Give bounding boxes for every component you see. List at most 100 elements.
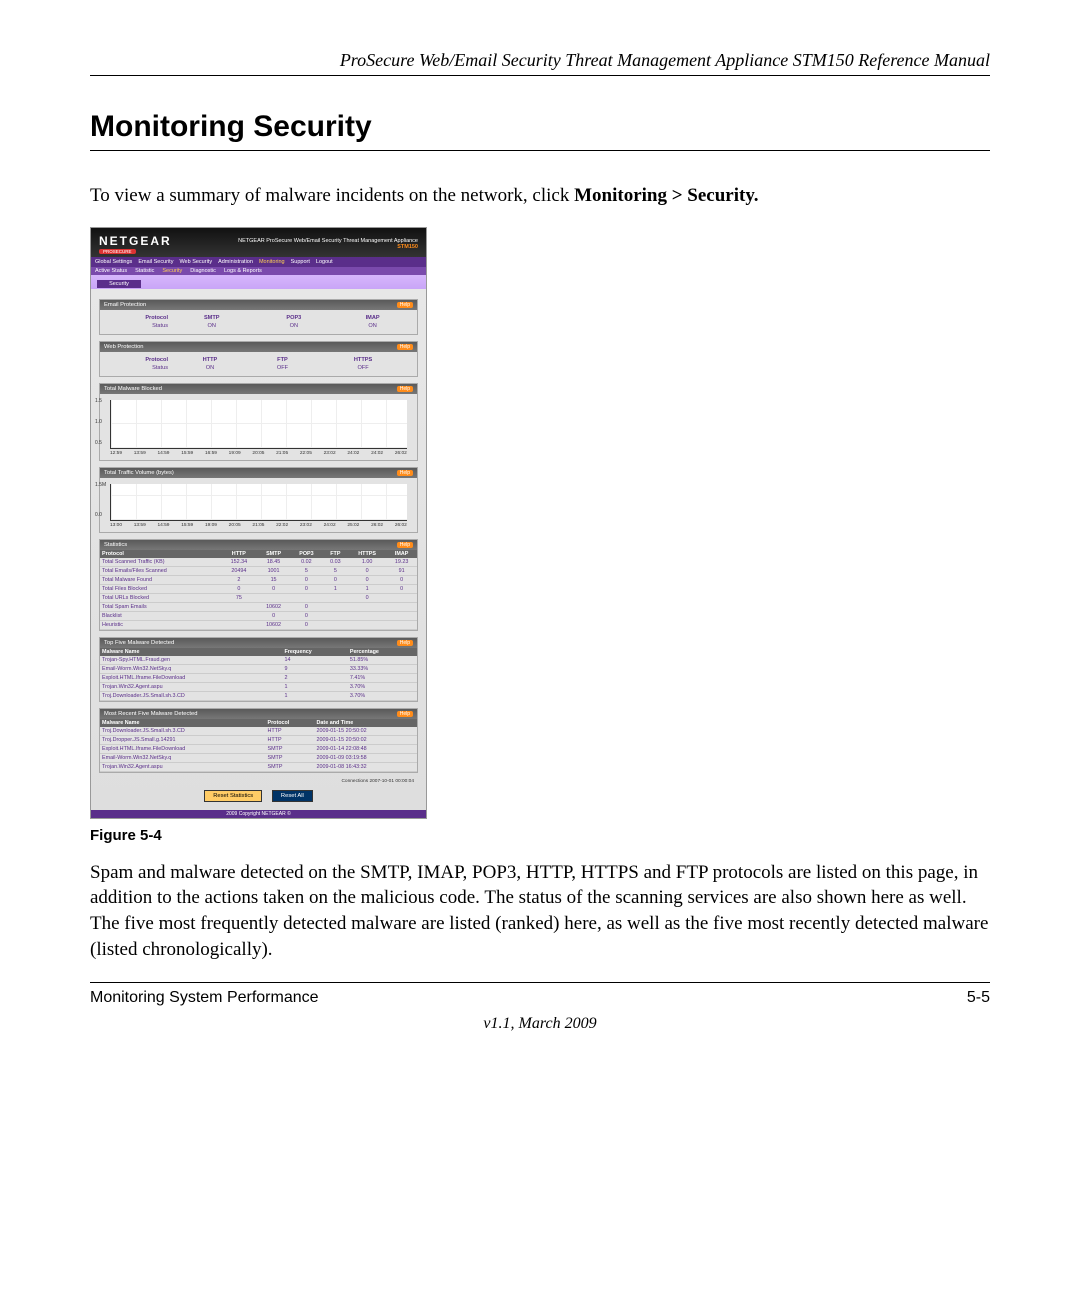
chart-traffic: 1.5M 0.0 (110, 484, 407, 521)
ylabel: 1.5M (95, 482, 106, 488)
col-http: HTTP (170, 356, 250, 364)
panel-title-statistics: Statistics (104, 542, 127, 548)
ylabel: 1.5 (95, 398, 102, 404)
status-ftp: OFF (250, 364, 315, 372)
top5-row: Trojan.Win32.Agent.aspu13.70% (100, 682, 417, 691)
menu-global-settings[interactable]: Global Settings (95, 259, 132, 265)
stats-row: Heuristic106020 (100, 620, 417, 629)
col-imap: IMAP (334, 314, 411, 322)
recent5-table: Malware Name Protocol Date and Time Troj… (100, 719, 417, 772)
status-https: OFF (315, 364, 411, 372)
stats-table: Protocol HTTP SMTP POP3 FTP HTTPS IMAP T… (100, 550, 417, 630)
status-imap: ON (334, 322, 411, 330)
footer-left: Monitoring System Performance (90, 989, 319, 1007)
stats-row: Total Emails/Files Scanned20494100155091 (100, 566, 417, 575)
submenu-logs-reports[interactable]: Logs & Reports (224, 268, 262, 274)
row-protocol-label: Protocol (106, 356, 170, 364)
top5-row: Exploit.HTML.Iframe.FileDownload27.41% (100, 673, 417, 682)
panel-title-malware-chart: Total Malware Blocked (104, 386, 162, 392)
appliance-name: NETGEAR ProSecure Web/Email Security Thr… (238, 238, 418, 245)
help-icon[interactable]: Help (397, 470, 413, 476)
logo: NETGEAR (99, 234, 172, 248)
panel-recent5-malware: Most Recent Five Malware Detected Help M… (99, 708, 418, 773)
menu-logout[interactable]: Logout (316, 259, 333, 265)
reset-statistics-button[interactable]: Reset Statistics (204, 790, 262, 802)
recent5-row: Email-Worm.Win32.NetSky.qSMTP2009-01-09 … (100, 753, 417, 762)
recent5-row: Trojan.Win32.Agent.aspuSMTP2009-01-08 16… (100, 762, 417, 771)
status-pop3: ON (253, 322, 334, 330)
reset-all-button[interactable]: Reset All (272, 790, 313, 802)
footer-right: 5-5 (967, 989, 990, 1007)
header-rule (90, 75, 990, 76)
footer-version: v1.1, March 2009 (90, 1015, 990, 1033)
figure-label: Figure 5-4 (90, 827, 990, 844)
col-smtp: SMTP (170, 314, 253, 322)
section-heading: Monitoring Security (90, 110, 990, 144)
xaxis-traffic: 13:00 13:59 14:59 15:59 19:09 20:05 21:0… (110, 523, 407, 528)
recent5-row: Troj.Downloader.JS.Small.sh.3.CDHTTP2009… (100, 727, 417, 736)
stats-row: Total Files Blocked000110 (100, 584, 417, 593)
stats-row: Blacklist00 (100, 611, 417, 620)
col-https: HTTPS (315, 356, 411, 364)
main-menu: Global Settings Email Security Web Secur… (91, 257, 426, 267)
top5-table: Malware Name Frequency Percentage Trojan… (100, 648, 417, 701)
row-status-label: Status (106, 322, 170, 330)
help-icon[interactable]: Help (397, 344, 413, 350)
top5-row: Trojan-Spy.HTML.Fraud.gen1451.85% (100, 656, 417, 665)
submenu-statistic[interactable]: Statistic (135, 268, 154, 274)
ylabel: 0.0 (95, 512, 106, 518)
menu-monitoring[interactable]: Monitoring (259, 259, 285, 265)
panel-title-top5: Top Five Malware Detected (104, 640, 174, 646)
heading-rule (90, 150, 990, 151)
submenu-active-status[interactable]: Active Status (95, 268, 127, 274)
tab-security[interactable]: Security (97, 280, 141, 288)
menu-email-security[interactable]: Email Security (138, 259, 173, 265)
panel-title-web: Web Protection (104, 344, 144, 350)
menu-administration[interactable]: Administration (218, 259, 253, 265)
footer-copyright: 2009 Copyright NETGEAR © (91, 810, 426, 818)
xaxis-malware: 12:59 13:59 14:59 15:59 16:59 19:09 20:0… (110, 451, 407, 456)
stats-row: Total Scanned Traffic (KB)152.3418.450.0… (100, 558, 417, 567)
panel-title-recent5: Most Recent Five Malware Detected (104, 711, 197, 717)
sub-menu: Active Status Statistic Security Diagnos… (91, 267, 426, 275)
help-icon[interactable]: Help (397, 640, 413, 646)
menu-web-security[interactable]: Web Security (179, 259, 212, 265)
panel-email-protection: Email Protection Help Protocol SMTP POP3… (99, 299, 418, 335)
stats-row: Total Spam Emails106020 (100, 602, 417, 611)
help-icon[interactable]: Help (397, 302, 413, 308)
row-status-label: Status (106, 364, 170, 372)
top5-row: Email-Worm.Win32.NetSky.q933.33% (100, 664, 417, 673)
help-icon[interactable]: Help (397, 386, 413, 392)
panel-title-traffic-chart: Total Traffic Volume (bytes) (104, 470, 174, 476)
ylabel: 0.5 (95, 440, 102, 446)
recent5-row: Exploit.HTML.Iframe.FileDownloadSMTP2009… (100, 744, 417, 753)
panel-title-email: Email Protection (104, 302, 146, 308)
intro-bold: Monitoring > Security. (574, 185, 758, 206)
figure-5-4: NETGEAR PROSECURE NETGEAR ProSecure Web/… (90, 227, 990, 819)
submenu-diagnostic[interactable]: Diagnostic (190, 268, 216, 274)
model-name: STM150 (238, 244, 418, 251)
chart-malware: 1.5 1.0 0.5 (110, 400, 407, 449)
help-icon[interactable]: Help (397, 711, 413, 717)
stats-row: Total Malware Found2150000 (100, 575, 417, 584)
connections-counter: Connections 2007-10-01 00:00:04 (103, 779, 414, 784)
ylabel: 1.0 (95, 419, 102, 425)
submenu-security[interactable]: Security (162, 268, 182, 274)
menu-support[interactable]: Support (291, 259, 310, 265)
row-protocol-label: Protocol (106, 314, 170, 322)
description-paragraph: Spam and malware detected on the SMTP, I… (90, 860, 990, 963)
recent5-row: Troj.Dropper.JS.Small.g.14291HTTP2009-01… (100, 735, 417, 744)
logo-sub: PROSECURE (99, 249, 136, 254)
help-icon[interactable]: Help (397, 542, 413, 548)
panel-web-protection: Web Protection Help Protocol HTTP FTP HT… (99, 341, 418, 377)
status-smtp: ON (170, 322, 253, 330)
panel-top5-malware: Top Five Malware Detected Help Malware N… (99, 637, 418, 702)
intro-paragraph: To view a summary of malware incidents o… (90, 183, 990, 209)
top5-row: Troj.Downloader.JS.Small.sh.3.CD13.70% (100, 691, 417, 700)
col-pop3: POP3 (253, 314, 334, 322)
sec-tab-row: Security (91, 275, 426, 289)
col-ftp: FTP (250, 356, 315, 364)
panel-statistics: Statistics Help Protocol HTTP SMTP POP3 … (99, 539, 418, 631)
status-http: ON (170, 364, 250, 372)
stats-row: Total URLs Blocked750 (100, 593, 417, 602)
